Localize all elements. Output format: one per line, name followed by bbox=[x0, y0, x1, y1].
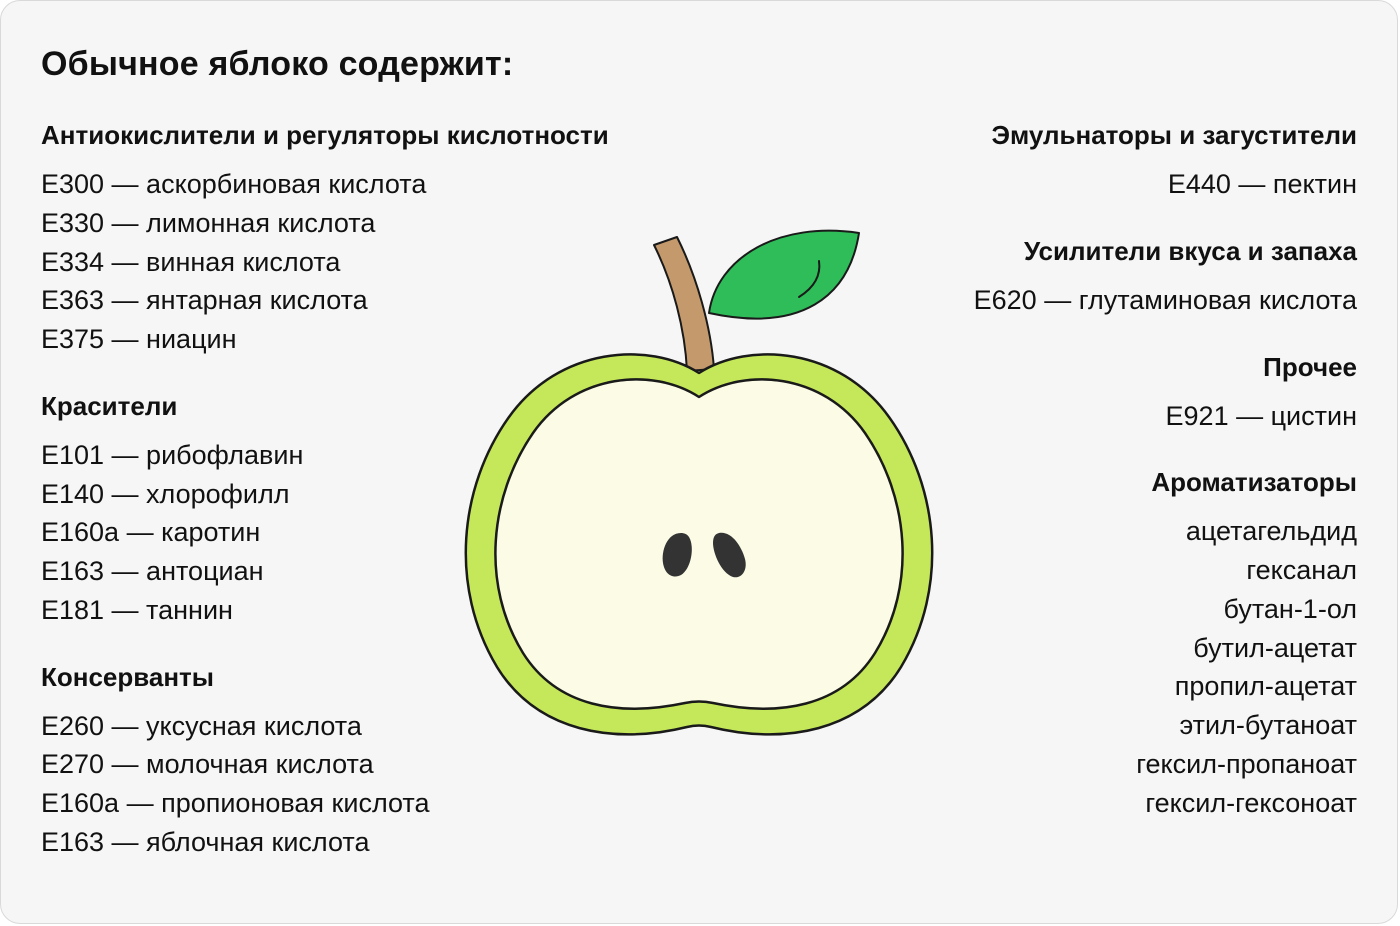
apple-half-icon bbox=[464, 229, 934, 736]
page-title: Обычное яблоко содержит: bbox=[41, 45, 514, 83]
list-item: E163 — яблочная кислота bbox=[41, 826, 370, 857]
list-item: E440 — пектин bbox=[1167, 169, 1357, 199]
section-emulsifiers: Эмульнаторы и загустители E440 — пектин bbox=[837, 115, 1357, 204]
apple-flesh bbox=[494, 378, 904, 710]
info-card: Обычное яблоко содержит: Антиокислители … bbox=[0, 0, 1398, 924]
list-item: гексил-гексоноат bbox=[1145, 787, 1357, 818]
list-item: E160a — пропионовая кислота bbox=[41, 788, 430, 818]
section-title: Антиокислители и регуляторы кислотности bbox=[41, 120, 609, 150]
stem-shape bbox=[653, 236, 715, 372]
list-item: E300 — аскорбиновая кислота bbox=[41, 169, 427, 199]
section-title: Эмульнаторы и загустители bbox=[991, 120, 1357, 150]
leaf-shape bbox=[708, 229, 860, 320]
